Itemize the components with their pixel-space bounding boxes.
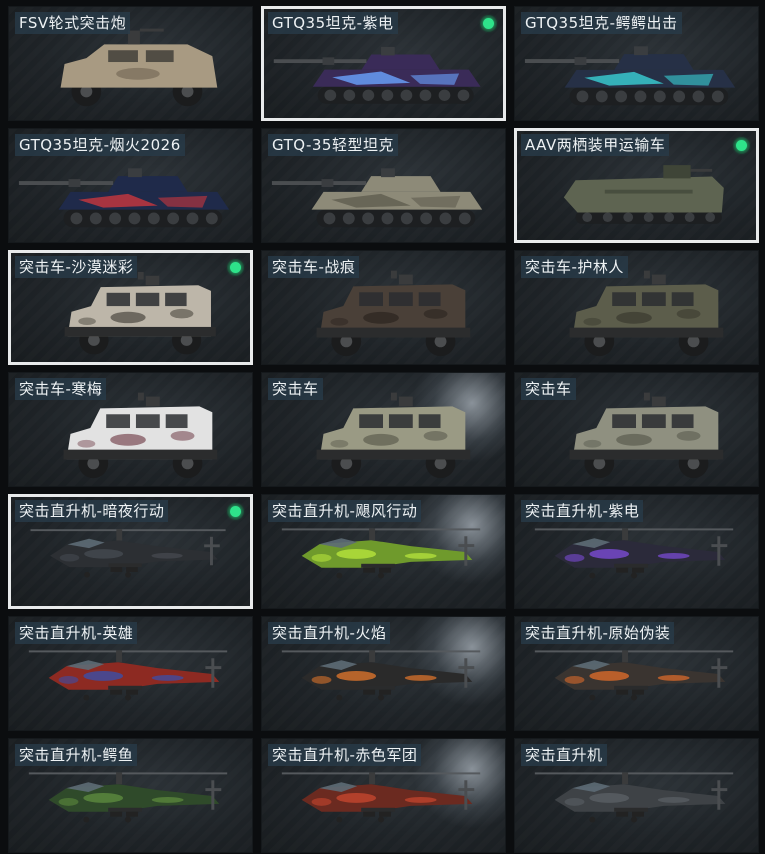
vehicle-skin-name: 突击车-护林人 [521,256,628,278]
equipped-indicator-icon [733,137,750,154]
vehicle-skin-card[interactable]: 突击直升机-赤色军团 [261,738,506,853]
vehicle-skin-name: 突击车 [521,378,576,400]
vehicle-skin-card[interactable]: 突击直升机-飓风行动 [261,494,506,609]
attack-helicopter-icon [28,772,228,823]
armored-truck-icon [63,392,218,479]
equipped-indicator-icon [227,259,244,276]
vehicle-skin-card[interactable]: 突击直升机-紫电 [514,494,759,609]
vehicle-skin-card[interactable]: GTQ35坦克-紫电 [261,6,506,121]
vehicle-skin-card[interactable]: 突击直升机-火焰 [261,616,506,731]
attack-helicopter-icon [28,650,228,701]
vehicle-skin-card[interactable]: 突击直升机-英雄 [8,616,253,731]
armored-truck-icon [64,271,216,355]
vehicle-skin-card[interactable]: 突击车-寒梅 [8,372,253,487]
wheeled-assault-gun-icon [60,28,218,107]
vehicle-skin-name: 突击直升机-火焰 [268,622,391,644]
vehicle-skin-card[interactable]: AAV两栖装甲运输车 [514,128,759,243]
vehicle-skin-name: 突击车-战痕 [268,256,360,278]
vehicle-skin-name: AAV两栖装甲运输车 [521,134,670,156]
vehicle-skin-name: 突击直升机-飓风行动 [268,500,422,522]
vehicle-skin-name: GTQ35坦克-烟火2026 [15,134,185,156]
equipped-indicator-icon [227,503,244,520]
armored-truck-icon [569,270,724,357]
attack-helicopter-icon [534,650,734,701]
armored-truck-icon [569,392,724,479]
vehicle-skin-card[interactable]: 突击直升机-原始伪装 [514,616,759,731]
attack-helicopter-icon [281,772,481,823]
attack-helicopter-icon [30,529,226,578]
attack-helicopter-icon [281,650,481,701]
vehicle-skin-grid: FSV轮式突击炮 GTQ35坦克-紫电 GTQ35坦克-鳄鳄出击 GTQ35坦克-烟火… [0,0,765,854]
vehicle-skin-name: GTQ35坦克-鳄鳄出击 [521,12,682,34]
vehicle-skin-name: 突击车 [268,378,323,400]
armored-truck-icon [316,270,471,357]
vehicle-skin-card[interactable]: 突击车-护林人 [514,250,759,365]
vehicle-skin-card[interactable]: 突击车-战痕 [261,250,506,365]
vehicle-skin-name: 突击直升机-英雄 [15,622,138,644]
vehicle-skin-name: 突击直升机-紫电 [521,500,644,522]
vehicle-skin-card[interactable]: 突击直升机-鳄鱼 [8,738,253,853]
tank-icon [524,46,736,106]
vehicle-skin-name: 突击车-寒梅 [15,378,107,400]
vehicle-skin-card[interactable]: 突击直升机 [514,738,759,853]
attack-helicopter-icon [534,772,734,823]
tank-icon [18,168,230,228]
vehicle-skin-name: 突击直升机-赤色军团 [268,744,422,766]
vehicle-skin-card[interactable]: GTQ-35轻型坦克 [261,128,506,243]
vehicle-skin-name: 突击直升机-原始伪装 [521,622,675,644]
vehicle-skin-name: 突击车-沙漠迷彩 [15,256,138,278]
vehicle-skin-name: FSV轮式突击炮 [15,12,131,34]
vehicle-skin-name: GTQ-35轻型坦克 [268,134,398,156]
equipped-indicator-icon [480,15,497,32]
attack-helicopter-icon [534,528,734,579]
vehicle-skin-name: GTQ35坦克-紫电 [268,12,398,34]
vehicle-skin-card[interactable]: 突击直升机-暗夜行动 [8,494,253,609]
vehicle-skin-name: 突击直升机 [521,744,607,766]
tank-icon [271,168,483,228]
vehicle-skin-card[interactable]: FSV轮式突击炮 [8,6,253,121]
vehicle-skin-card[interactable]: 突击车-沙漠迷彩 [8,250,253,365]
vehicle-skin-name: 突击直升机-鳄鱼 [15,744,138,766]
amphibious-carrier-icon [563,165,724,224]
armored-truck-icon [316,392,471,479]
vehicle-skin-card[interactable]: GTQ35坦克-烟火2026 [8,128,253,243]
vehicle-skin-card[interactable]: 突击车 [514,372,759,487]
tank-icon [273,46,481,104]
vehicle-skin-name: 突击直升机-暗夜行动 [15,500,169,522]
attack-helicopter-icon [281,528,481,579]
vehicle-skin-card[interactable]: GTQ35坦克-鳄鳄出击 [514,6,759,121]
vehicle-skin-card[interactable]: 突击车 [261,372,506,487]
